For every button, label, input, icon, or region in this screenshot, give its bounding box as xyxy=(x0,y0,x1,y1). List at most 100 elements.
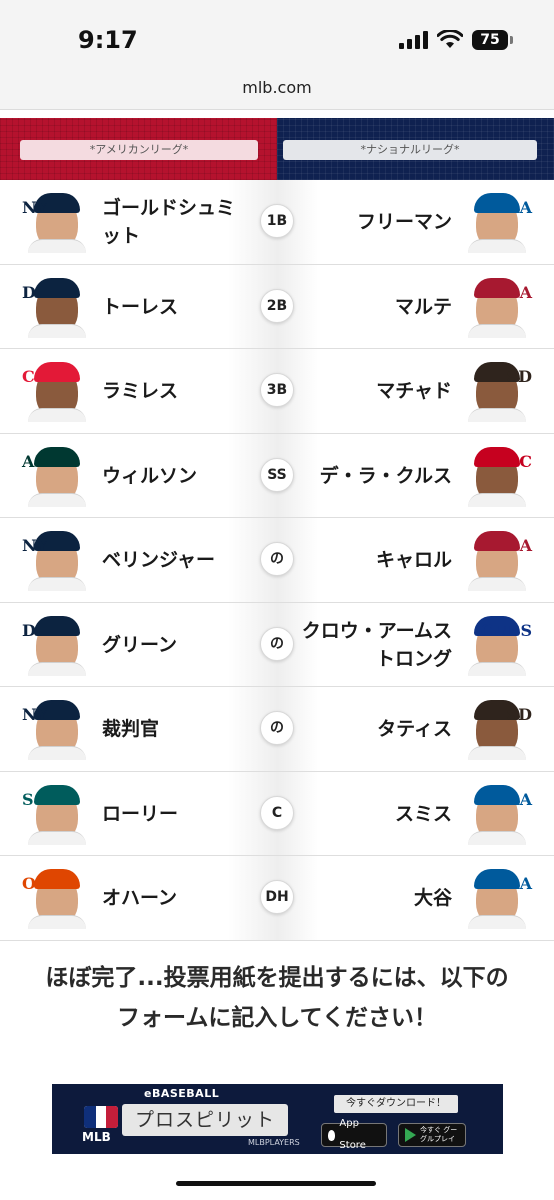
status-time: 9:17 xyxy=(78,26,138,54)
ad-mlb-label: MLB xyxy=(82,1130,111,1144)
player-headshot: C xyxy=(22,360,92,422)
team-logo-icon: D xyxy=(22,620,36,640)
al-player-card[interactable]: S ローリー xyxy=(22,772,252,856)
al-player-card[interactable]: NY ゴールドシュミット xyxy=(22,180,252,264)
ad-brand: eBASEBALL xyxy=(144,1087,220,1100)
ballot-row: O オハーン 大谷 LA DH xyxy=(0,856,554,941)
al-player-card[interactable]: NY 裁判官 xyxy=(22,687,252,771)
player-name: マチャド xyxy=(376,380,452,402)
player-name: タティス xyxy=(377,718,452,740)
apple-icon xyxy=(328,1129,336,1141)
ad-title: プロスピリット xyxy=(122,1104,288,1136)
team-logo-icon: NY xyxy=(22,536,49,555)
team-logo-icon: C xyxy=(519,451,532,471)
player-name: オハーン xyxy=(102,887,178,909)
team-logo-icon: O xyxy=(22,874,36,893)
nl-player-card[interactable]: 大谷 LA xyxy=(292,856,532,940)
position-badge: の xyxy=(260,711,294,745)
al-player-card[interactable]: D グリーン xyxy=(22,603,252,687)
notice-line-1: ほぼ完了...投票用紙を提出するには、以下の xyxy=(45,965,509,991)
nl-player-card[interactable]: マルテ A xyxy=(292,265,532,349)
ballot-row: D グリーン クロウ・アームストロング CUBS の xyxy=(0,602,554,687)
player-headshot: LA xyxy=(462,867,532,929)
team-logo-icon: C xyxy=(22,367,35,386)
ballot-row: C ラミレス マチャド SD 3B xyxy=(0,349,554,434)
ballot-rows: NY ゴールドシュミット フリーマン LA 1B D トーレス マルテ A 2B C ラミレス マチャド… xyxy=(0,180,554,941)
player-headshot: A xyxy=(462,529,532,591)
player-name: マルテ xyxy=(394,295,452,318)
nl-player-card[interactable]: フリーマン LA xyxy=(292,180,532,264)
position-badge: DH xyxy=(260,880,294,914)
player-name: ベリンジャー xyxy=(102,549,216,571)
team-logo-icon: A xyxy=(519,282,532,302)
team-logo-icon: LA xyxy=(508,874,532,893)
player-headshot: LA xyxy=(462,783,532,845)
team-logo-icon: NY xyxy=(22,705,49,724)
team-logo-icon: A xyxy=(519,536,532,555)
player-headshot: SD xyxy=(462,698,532,760)
cellular-signal-icon xyxy=(399,31,428,49)
al-player-card[interactable]: D トーレス xyxy=(22,265,252,349)
player-name: トーレス xyxy=(102,295,179,318)
notice-line-2: フォームに記入してください！ xyxy=(117,1005,437,1031)
status-icons: 75 xyxy=(399,30,513,50)
player-name: ウィルソン xyxy=(102,464,198,487)
url-bar[interactable]: mlb.com xyxy=(0,78,554,97)
player-name: ゴールドシュミット xyxy=(102,197,236,247)
player-headshot: D xyxy=(22,276,92,338)
ballot-row: NY ベリンジャー キャロル A の xyxy=(0,518,554,603)
nl-player-card[interactable]: タティス SD xyxy=(292,687,532,771)
submission-notice: ほぼ完了...投票用紙を提出するには、以下の フォームに記入してください！ xyxy=(0,958,554,1038)
team-logo-icon: S xyxy=(22,789,34,809)
player-name: フリーマン xyxy=(356,211,452,233)
team-logo-icon: SD xyxy=(506,705,532,724)
american-league-header: *アメリカンリーグ* xyxy=(0,118,277,180)
position-badge: 3B xyxy=(260,373,294,407)
al-player-card[interactable]: O オハーン xyxy=(22,856,252,940)
al-player-card[interactable]: NY ベリンジャー xyxy=(22,518,252,602)
player-name: 大谷 xyxy=(413,887,452,909)
player-name: キャロル xyxy=(375,549,452,571)
player-name: ローリー xyxy=(102,802,179,825)
national-league-label: *ナショナルリーグ* xyxy=(283,140,537,160)
player-name: デ・ラ・クルス xyxy=(319,464,452,487)
nl-player-card[interactable]: デ・ラ・クルス C xyxy=(292,434,532,518)
team-logo-icon: NY xyxy=(22,198,49,217)
app-store-button[interactable]: App Store xyxy=(321,1118,387,1151)
wifi-icon xyxy=(437,30,463,48)
player-headshot: NY xyxy=(22,529,92,591)
position-badge: 2B xyxy=(260,288,294,323)
al-player-card[interactable]: C ラミレス xyxy=(22,349,252,433)
nl-player-card[interactable]: キャロル A xyxy=(292,518,532,602)
player-headshot: CUBS xyxy=(462,614,532,676)
player-headshot: NY xyxy=(22,698,92,760)
google-play-button[interactable]: 今すぐ グーグルプレイ xyxy=(398,1123,466,1147)
nl-player-card[interactable]: マチャド SD xyxy=(292,349,532,433)
position-badge: の xyxy=(260,542,294,576)
ad-banner[interactable]: eBASEBALL MLB プロスピリット MLBPLAYERS 今すぐダウンロ… xyxy=(52,1084,503,1154)
player-headshot: A xyxy=(462,276,532,338)
player-name: ラミレス xyxy=(102,380,179,402)
player-headshot: O xyxy=(22,867,92,929)
al-player-card[interactable]: A's ウィルソン xyxy=(22,434,252,518)
browser-chrome: 9:17 75 mlb.com xyxy=(0,0,554,110)
nl-player-card[interactable]: クロウ・アームストロング CUBS xyxy=(292,603,532,687)
position-badge: の xyxy=(260,626,294,661)
battery-icon: 75 xyxy=(472,30,513,50)
player-headshot: NY xyxy=(22,191,92,253)
team-logo-icon: CUBS xyxy=(480,620,532,640)
ballot-row: D トーレス マルテ A 2B xyxy=(0,264,554,349)
team-logo-icon: LA xyxy=(508,198,532,217)
player-headshot: LA xyxy=(462,191,532,253)
player-headshot: D xyxy=(22,614,92,676)
google-play-icon xyxy=(405,1128,416,1142)
team-logo-icon: LA xyxy=(508,789,532,809)
ballot-row: A's ウィルソン デ・ラ・クルス C SS xyxy=(0,433,554,518)
player-name: スミス xyxy=(394,802,452,825)
nl-player-card[interactable]: スミス LA xyxy=(292,772,532,856)
national-league-header: *ナショナルリーグ* xyxy=(277,118,554,180)
player-headshot: S xyxy=(22,783,92,845)
player-name: 裁判官 xyxy=(102,718,160,740)
position-badge: SS xyxy=(260,457,294,492)
home-indicator xyxy=(176,1181,376,1186)
